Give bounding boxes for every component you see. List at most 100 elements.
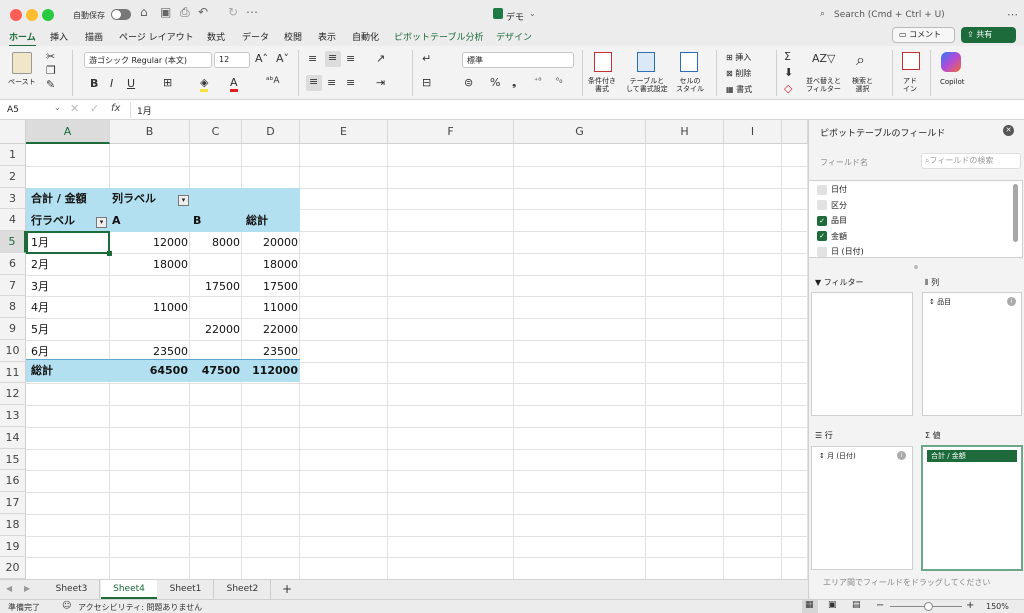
column-header[interactable]: D xyxy=(242,120,300,144)
row-header[interactable]: 8 xyxy=(0,296,26,318)
column-filter-dropdown[interactable]: ▾ xyxy=(178,195,189,206)
info-icon[interactable]: i xyxy=(1007,297,1016,306)
pivot-cell-a[interactable]: 12000 xyxy=(110,232,188,254)
align-center-icon[interactable]: ≡ xyxy=(327,76,336,89)
formula-input[interactable]: 1月 xyxy=(137,104,152,117)
pivot-cell-b[interactable]: 8000 xyxy=(190,232,240,254)
splitter-handle[interactable] xyxy=(914,265,918,269)
zoom-in-icon[interactable]: + xyxy=(966,600,974,611)
print-icon[interactable]: ⎙ xyxy=(180,5,190,20)
cell-style-icon[interactable] xyxy=(680,52,698,72)
pivot-value-header[interactable]: 合計 / 金額 xyxy=(31,188,87,210)
delete-cells-button[interactable]: ⊠ 削除 xyxy=(726,68,751,79)
font-size-select[interactable]: 12 xyxy=(214,52,250,68)
conditional-format-label[interactable]: 条件付き 書式 xyxy=(588,77,616,93)
column-header[interactable]: C xyxy=(190,120,242,144)
pivot-cell-total[interactable]: 17500 xyxy=(242,276,298,298)
tab-home[interactable]: ホーム xyxy=(9,30,36,47)
font-name-select[interactable]: 游ゴシック Regular (本文) xyxy=(84,52,212,68)
percent-icon[interactable]: % xyxy=(490,76,500,89)
pivot-row-label[interactable]: 4月 xyxy=(31,297,49,319)
undo-icon[interactable]: ↶ xyxy=(198,5,208,19)
columns-drop-area[interactable] xyxy=(922,292,1022,416)
increase-font-icon[interactable]: A˄ xyxy=(255,52,268,65)
increase-decimal-icon[interactable]: ⁺⁰ xyxy=(534,76,541,85)
cut-icon[interactable]: ✂ xyxy=(46,50,55,63)
currency-icon[interactable]: ⊜ xyxy=(464,76,473,89)
select-all-corner[interactable] xyxy=(0,120,26,144)
field-list-scrollbar[interactable] xyxy=(1013,184,1018,242)
pivot-grand-total-a[interactable]: 64500 xyxy=(110,360,188,382)
autosum-icon[interactable]: Σ xyxy=(784,50,791,63)
underline-button[interactable]: U xyxy=(127,77,135,90)
close-icon[interactable]: ✕ xyxy=(1003,125,1014,136)
row-header[interactable]: 4 xyxy=(0,209,26,231)
pivot-cell-total[interactable]: 18000 xyxy=(242,254,298,276)
confirm-icon[interactable]: ✓ xyxy=(90,102,99,115)
comma-icon[interactable]: ❟ xyxy=(512,76,516,90)
pivot-row-label[interactable]: 5月 xyxy=(31,319,49,341)
pivot-cell-a[interactable]: 18000 xyxy=(110,254,188,276)
find-select-label[interactable]: 検索と 選択 xyxy=(852,77,873,93)
checkbox[interactable] xyxy=(817,184,827,195)
value-field-item[interactable]: 合計 / 金額 xyxy=(927,450,1017,462)
more-icon[interactable]: ⋯ xyxy=(246,5,258,19)
copy-icon[interactable]: ❐ xyxy=(46,64,56,77)
pivot-total-header[interactable]: 総計 xyxy=(246,210,268,232)
copilot-icon[interactable] xyxy=(941,52,961,72)
row-header[interactable]: 14 xyxy=(0,426,26,449)
fill-handle[interactable] xyxy=(107,251,112,256)
row-header[interactable]: 15 xyxy=(0,448,26,471)
row-header[interactable]: 9 xyxy=(0,318,26,340)
field-item[interactable]: ✓ 品目 xyxy=(817,215,847,226)
column-header[interactable]: B xyxy=(110,120,190,144)
info-icon[interactable]: i xyxy=(897,451,906,460)
align-middle-icon[interactable]: ≡ xyxy=(325,51,341,67)
zoom-slider-thumb[interactable] xyxy=(924,602,933,611)
find-icon[interactable]: ⌕ xyxy=(856,50,865,70)
rows-drop-area[interactable] xyxy=(811,446,913,570)
field-search-input[interactable]: ⌕フィールドの検索 xyxy=(921,153,1021,169)
field-item[interactable]: 日付 xyxy=(817,184,847,195)
sheet-tab[interactable]: Sheet3 xyxy=(44,580,100,599)
copilot-label[interactable]: Copilot xyxy=(940,78,965,86)
paste-button-label[interactable]: ペースト xyxy=(8,78,36,86)
merge-cells-icon[interactable]: ⊟ xyxy=(422,76,431,89)
chevron-down-icon[interactable]: ⌄ xyxy=(54,103,61,112)
pivot-cell-total[interactable]: 20000 xyxy=(242,232,298,254)
tab-review[interactable]: 校閲 xyxy=(284,30,302,43)
minimize-window-button[interactable] xyxy=(26,9,38,21)
sort-filter-label[interactable]: 並べ替えと フィルター xyxy=(806,77,841,93)
pivot-cell-total[interactable]: 22000 xyxy=(242,319,298,341)
next-sheet-icon[interactable]: ▶ xyxy=(24,584,30,593)
format-cells-button[interactable]: ▦ 書式 xyxy=(726,84,752,95)
checkbox[interactable] xyxy=(817,246,827,257)
field-item[interactable]: ✓ 金額 xyxy=(817,231,847,242)
row-header[interactable]: 13 xyxy=(0,405,26,427)
cancel-icon[interactable]: ✕ xyxy=(70,102,79,115)
prev-sheet-icon[interactable]: ◀ xyxy=(6,584,12,593)
italic-button[interactable]: I xyxy=(110,77,113,90)
row-header[interactable]: 19 xyxy=(0,535,26,558)
worksheet-grid[interactable]: ABCDEFGHI 1 2 3 4 5 6 7 8 9 10 11 12 13 14 15 16 17 18 19 2… xyxy=(0,120,808,579)
filters-drop-area[interactable] xyxy=(811,292,913,416)
sort-filter-icon[interactable]: AZ▽ xyxy=(812,52,836,65)
tab-pivot-analyze[interactable]: ピボットテーブル分析 xyxy=(394,30,483,43)
addin-icon[interactable] xyxy=(902,52,920,70)
accessibility-status[interactable]: アクセシビリティ: 問題ありません xyxy=(78,602,202,613)
pivot-cell-b[interactable]: 17500 xyxy=(190,276,240,298)
redo-icon[interactable]: ↻ xyxy=(228,5,238,19)
pivot-col-b-header[interactable]: B xyxy=(193,210,201,232)
home-icon[interactable]: ⌂ xyxy=(140,5,148,19)
tab-design[interactable]: デザイン xyxy=(496,30,532,43)
column-header[interactable]: A xyxy=(26,120,110,144)
row-header[interactable]: 12 xyxy=(0,383,26,405)
font-color-icon[interactable]: A xyxy=(230,76,238,92)
tab-data[interactable]: データ xyxy=(242,30,269,43)
zoom-level[interactable]: 150% xyxy=(986,602,1009,611)
field-item[interactable]: 区分 xyxy=(817,200,847,211)
tab-formulas[interactable]: 数式 xyxy=(207,30,225,43)
sheet-tab[interactable]: Sheet1 xyxy=(158,580,214,599)
normal-view-icon[interactable]: ▦ xyxy=(802,600,818,613)
number-format-select[interactable]: 標準 xyxy=(462,52,574,68)
